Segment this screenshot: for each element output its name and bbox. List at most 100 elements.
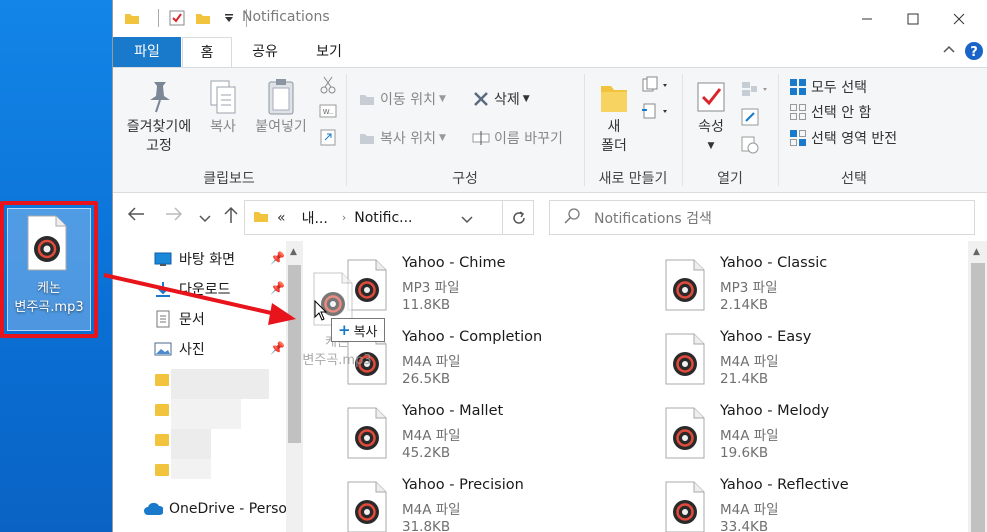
cloud-icon (143, 500, 163, 518)
music-file-icon (665, 481, 705, 532)
select-none-button[interactable]: 선택 안 함 (789, 101, 871, 123)
properties-check-icon (691, 76, 731, 118)
file-item[interactable]: Yahoo - Classic MP3 파일 2.14KB (621, 241, 921, 313)
rename-button[interactable]: 이름 바꾸기 (472, 127, 563, 149)
forward-arrow-icon[interactable] (165, 206, 183, 226)
edit-icon[interactable] (741, 108, 759, 130)
address-input[interactable]: « 내... › Notific... (244, 200, 534, 235)
folder-icon (253, 209, 269, 227)
scroll-up-icon[interactable]: ▲ (973, 247, 980, 257)
customize-qat-icon[interactable] (220, 8, 238, 28)
window-title: Notifications (242, 9, 330, 25)
properties-button[interactable]: 속성 ▼ (691, 76, 731, 156)
close-button[interactable] (936, 0, 982, 37)
file-item[interactable]: Yahoo - Mallet M4A 파일 45.2KB (303, 389, 603, 461)
music-file-icon (347, 407, 387, 459)
file-item[interactable]: Yahoo - Reflective M4A 파일 33.4KB (621, 463, 921, 532)
history-icon[interactable] (741, 136, 759, 158)
new-group: 새 폴더 새로 만들기 (585, 68, 681, 192)
maximize-button[interactable] (890, 0, 936, 37)
search-input[interactable]: Notifications 검색 (549, 200, 975, 235)
open-icon[interactable] (741, 80, 771, 102)
properties-check-icon[interactable] (168, 8, 186, 28)
back-arrow-icon[interactable] (127, 206, 145, 226)
paste-button[interactable]: 붙여넣기 (249, 76, 313, 137)
file-list-scrollbar[interactable]: ▲ (968, 241, 987, 532)
refresh-button[interactable] (502, 200, 534, 235)
copy-to-button[interactable]: 복사 위치 ▼ (358, 127, 446, 149)
new-item-icon[interactable] (641, 76, 671, 98)
refresh-icon (512, 210, 525, 224)
close-icon (953, 13, 965, 24)
desktop-file-label-line2: 변주곡.mp3 (14, 300, 84, 315)
tab-view[interactable]: 보기 (301, 37, 357, 67)
pin-label-line2: 고정 (146, 138, 172, 154)
folder-icon[interactable] (155, 374, 169, 386)
move-to-button[interactable]: 이동 위치 ▼ (358, 88, 446, 110)
file-item[interactable]: Yahoo - Precision M4A 파일 31.8KB (303, 463, 603, 532)
title-bar: Notifications (113, 0, 987, 37)
breadcrumb-current[interactable]: Notific... (354, 210, 412, 226)
pin-to-quick-access-button[interactable]: 즐겨찾기에 고정 (121, 76, 197, 156)
breadcrumb-chevron-icon: › (341, 211, 347, 224)
help-icon[interactable]: ? (964, 41, 984, 65)
copy-icon (201, 76, 245, 118)
new-folder-icon[interactable] (194, 8, 212, 28)
select-group: 모두 선택 선택 안 함 선택 영역 반전 선택 (779, 68, 929, 192)
address-history-chevron-down-icon[interactable] (461, 213, 473, 229)
recent-locations-chevron-down-icon[interactable] (199, 209, 211, 228)
tab-home[interactable]: 홈 (182, 37, 232, 68)
minimize-button[interactable] (844, 0, 890, 37)
blurred-folder-name (171, 399, 241, 429)
pin-icon[interactable]: 📌 (270, 251, 285, 265)
tab-share[interactable]: 공유 (237, 37, 293, 67)
clipboard-group: 즐겨찾기에 고정 복사 붙여넣기 W.. 클립보드 (113, 68, 345, 192)
copy-to-icon (358, 129, 376, 147)
folder-icon[interactable] (155, 404, 169, 416)
pin-label-line1: 즐겨찾기에 (126, 119, 192, 135)
new-group-label: 새로 만들기 (598, 171, 668, 187)
music-file-icon (347, 481, 387, 532)
copy-button[interactable]: 복사 (201, 76, 245, 137)
new-folder-icon (593, 76, 635, 118)
scrollbar-thumb[interactable] (971, 263, 985, 532)
breadcrumb-parent[interactable]: 내... (302, 208, 328, 228)
delete-button[interactable]: 삭제 ▼ (472, 88, 530, 110)
minimize-icon (862, 18, 872, 19)
paste-shortcut-icon[interactable] (320, 128, 336, 150)
invert-selection-button[interactable]: 선택 영역 반전 (789, 127, 897, 149)
pin-icon[interactable]: 📌 (270, 341, 285, 355)
copy-path-icon[interactable]: W.. (319, 103, 337, 123)
organize-group-label: 구성 (452, 171, 478, 187)
blurred-folder-name (171, 459, 211, 479)
folder-icon[interactable] (155, 434, 169, 446)
select-all-button[interactable]: 모두 선택 (789, 76, 867, 98)
plus-icon: + (338, 321, 351, 339)
drag-copy-label: 복사 (353, 324, 378, 340)
file-item[interactable]: Yahoo - Melody M4A 파일 19.6KB (621, 389, 921, 461)
easy-access-icon[interactable] (641, 102, 671, 124)
desktop-file-mp3[interactable]: 케논 변주곡.mp3 (0, 201, 98, 338)
address-overflow[interactable]: « (277, 210, 286, 226)
ribbon-tabs: 파일 홈 공유 보기 ? (113, 37, 987, 68)
ghost-label-line2: 변주곡.mp3 (302, 353, 372, 368)
move-to-icon (358, 90, 376, 108)
nav-item-pictures[interactable]: 사진 (153, 337, 205, 361)
collapse-ribbon-icon[interactable] (942, 42, 956, 60)
nav-item-onedrive[interactable]: OneDrive - Person (143, 497, 286, 521)
cut-icon[interactable] (319, 76, 337, 98)
select-none-icon (789, 103, 807, 121)
mouse-cursor-icon (314, 300, 328, 321)
up-arrow-icon[interactable] (223, 206, 239, 228)
tab-file[interactable]: 파일 (113, 37, 181, 67)
rename-icon (472, 129, 490, 147)
new-folder-button[interactable]: 새 폴더 (593, 76, 635, 156)
paste-icon (249, 76, 313, 118)
paste-label: 붙여넣기 (255, 119, 307, 135)
desktop: 케논 변주곡.mp3 (0, 0, 112, 532)
scroll-up-icon[interactable]: ▲ (290, 247, 297, 257)
maximize-icon (907, 13, 919, 24)
file-item[interactable]: Yahoo - Easy M4A 파일 21.4KB (621, 315, 921, 387)
svg-text:W..: W.. (323, 108, 334, 116)
folder-icon[interactable] (155, 464, 169, 476)
